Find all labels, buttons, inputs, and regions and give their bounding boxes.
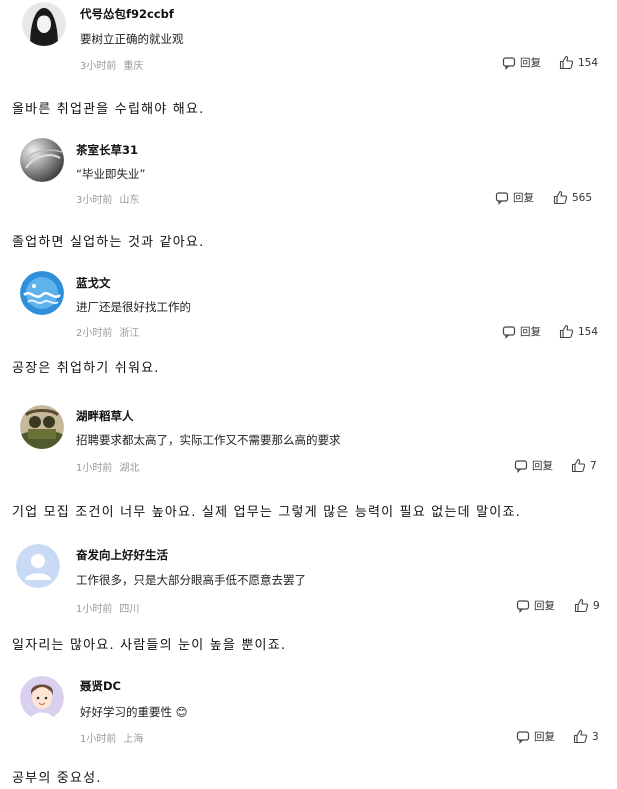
comment-username[interactable]: 代号怂包f92ccbf — [80, 6, 174, 22]
anime-girl-avatar[interactable] — [22, 2, 66, 46]
comment-time: 3小时前 — [80, 61, 117, 72]
korean-translation: 졸업하면 실업하는 것과 같아요. — [12, 235, 205, 250]
like-count: 3 — [592, 730, 599, 743]
reply-button[interactable]: 回复 — [516, 729, 555, 744]
comment-card: 茶室长草31 “毕业即失业” 3小时前 山东 回复 565 — [0, 135, 617, 213]
comment-time: 1小时前 — [80, 734, 117, 745]
reply-button[interactable]: 回复 — [495, 190, 534, 205]
like-button[interactable]: 3 — [573, 729, 599, 744]
thumbs-up-icon — [573, 729, 588, 744]
like-button[interactable]: 7 — [571, 458, 597, 473]
thumbs-up-icon — [559, 55, 574, 70]
gray-swirl-avatar[interactable] — [20, 138, 64, 182]
comment-time: 1小时前 — [76, 463, 113, 474]
default-user-avatar[interactable] — [16, 544, 60, 588]
comment-location: 湖北 — [119, 463, 140, 474]
comment-meta: 1小时前 上海 — [80, 730, 150, 745]
like-count: 154 — [578, 56, 599, 69]
like-button[interactable]: 154 — [559, 324, 598, 339]
reply-label: 回复 — [534, 600, 555, 612]
korean-translation: 공장은 취업하기 쉬워요. — [12, 361, 160, 376]
korean-translation: 공부의 중요성. — [12, 771, 102, 786]
korean-translation: 올바른 취업관을 수립해야 해요. — [12, 102, 205, 117]
comment-text: 招聘要求都太高了，实际工作又不需要那么高的要求 — [76, 433, 341, 447]
blue-wave-avatar[interactable] — [20, 271, 64, 315]
comment-location: 上海 — [123, 734, 144, 745]
like-count: 7 — [590, 459, 597, 472]
reply-icon — [516, 730, 530, 744]
comment-username[interactable]: 茶室长草31 — [76, 142, 138, 158]
comment-text: 要树立正确的就业观 — [80, 32, 184, 46]
comment-text: “毕业即失业” — [76, 167, 146, 181]
comment-meta: 3小时前 山东 — [76, 191, 146, 206]
soldier-photo-avatar[interactable] — [20, 405, 64, 449]
reply-icon — [514, 459, 528, 473]
comment-text: 进厂还是很好找工作的 — [76, 300, 191, 314]
comment-time: 3小时前 — [76, 195, 113, 206]
like-count: 565 — [572, 191, 593, 204]
comment-username[interactable]: 奋发向上好好生活 — [76, 547, 168, 563]
like-button[interactable]: 565 — [553, 190, 592, 205]
reply-label: 回复 — [513, 192, 534, 204]
like-button[interactable]: 9 — [574, 598, 600, 613]
comment-time: 2小时前 — [76, 328, 113, 339]
comment-location: 浙江 — [119, 328, 140, 339]
like-count: 9 — [593, 599, 600, 612]
reply-button[interactable]: 回复 — [502, 324, 541, 339]
comment-time: 1小时前 — [76, 604, 113, 615]
reply-icon — [502, 325, 516, 339]
thumbs-up-icon — [559, 324, 574, 339]
comment-card: 聂贤DC 好好学习的重要性 😊 1小时前 上海 回复 3 — [0, 672, 617, 750]
comment-meta: 1小时前 湖北 — [76, 459, 146, 474]
comment-location: 山东 — [119, 195, 140, 206]
thumbs-up-icon — [574, 598, 589, 613]
comment-username[interactable]: 聂贤DC — [80, 678, 121, 694]
reply-button[interactable]: 回复 — [516, 598, 555, 613]
comment-username[interactable]: 蓝戈文 — [76, 275, 111, 291]
reply-label: 回复 — [534, 731, 555, 743]
like-count: 154 — [578, 325, 599, 338]
comment-location: 重庆 — [123, 61, 144, 72]
cartoon-boy-avatar[interactable] — [20, 676, 64, 720]
comment-text: 好好学习的重要性 😊 — [80, 705, 188, 719]
comment-meta: 1小时前 四川 — [76, 600, 146, 615]
thumbs-up-icon — [571, 458, 586, 473]
comment-card: 奋发向上好好生活 工作很多，只是大部分眼高手低不愿意去罢了 1小时前 四川 回复 … — [0, 540, 617, 618]
like-button[interactable]: 154 — [559, 55, 598, 70]
comment-location: 四川 — [119, 604, 140, 615]
comment-meta: 2小时前 浙江 — [76, 324, 146, 339]
comment-card: 蓝戈文 进厂还是很好找工作的 2小时前 浙江 回复 154 — [0, 268, 617, 346]
reply-label: 回复 — [532, 460, 553, 472]
comment-username[interactable]: 湖畔稻草人 — [76, 408, 134, 424]
comment-card: 湖畔稻草人 招聘要求都太高了，实际工作又不需要那么高的要求 1小时前 湖北 回复 … — [0, 402, 617, 480]
comment-meta: 3小时前 重庆 — [80, 57, 150, 72]
korean-translation: 기업 모집 조건이 너무 높아요. 실제 업무는 그렇게 많은 능력이 필요 없… — [12, 505, 521, 520]
reply-button[interactable]: 回复 — [514, 458, 553, 473]
reply-button[interactable]: 回复 — [502, 55, 541, 70]
korean-translation: 일자리는 많아요. 사람들의 눈이 높을 뿐이죠. — [12, 638, 287, 653]
reply-icon — [502, 56, 516, 70]
thumbs-up-icon — [553, 190, 568, 205]
reply-icon — [516, 599, 530, 613]
reply-icon — [495, 191, 509, 205]
reply-label: 回复 — [520, 326, 541, 338]
reply-label: 回复 — [520, 57, 541, 69]
comment-text: 工作很多，只是大部分眼高手低不愿意去罢了 — [76, 573, 306, 587]
comment-card: 代号怂包f92ccbf 要树立正确的就业观 3小时前 重庆 回复 154 — [0, 0, 617, 78]
